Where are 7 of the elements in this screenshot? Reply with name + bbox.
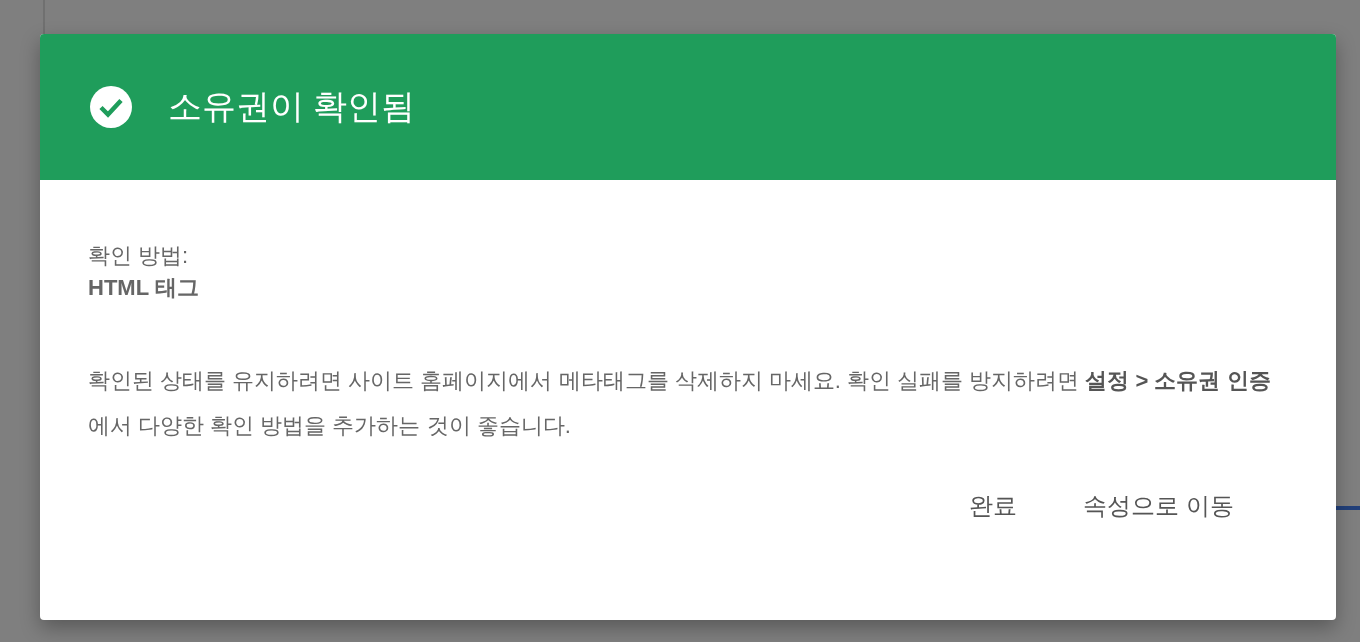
message-text: 확인된 상태를 유지하려면 사이트 홈페이지에서 메타태그를 삭제하지 마세요. 확인 실패를 방지하려면 설정 > 소유권 인증에서 다양한 확인 방법을 추가하는 것이 좋습니다. bbox=[88, 367, 1272, 440]
go-to-property-button[interactable]: 속성으로 이동 bbox=[1065, 478, 1252, 534]
method-label: 확인 방법: bbox=[88, 242, 189, 270]
check-circle-icon bbox=[90, 86, 132, 128]
method-value: HTML 태그 bbox=[88, 274, 199, 302]
done-button[interactable]: 완료 bbox=[951, 478, 1036, 534]
dialog-title: 소유권이 확인됨 bbox=[168, 86, 416, 127]
